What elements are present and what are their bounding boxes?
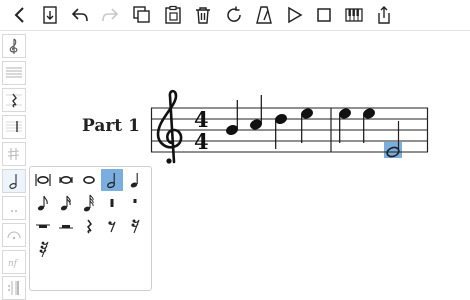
treble-clef-icon[interactable] <box>2 34 26 58</box>
symbol-palette: nf <box>0 30 28 300</box>
eighth-note-icon[interactable] <box>32 192 54 214</box>
play-icon[interactable] <box>282 3 306 27</box>
trash-icon[interactable] <box>191 3 215 27</box>
whole-rest-icon[interactable] <box>32 215 54 237</box>
stop-icon[interactable] <box>312 3 336 27</box>
top-toolbar <box>0 0 470 31</box>
whole-rest-block-icon[interactable] <box>124 192 146 214</box>
breve-icon[interactable] <box>55 169 77 191</box>
piano-keyboard-icon[interactable] <box>342 3 366 27</box>
note-4 <box>301 108 313 119</box>
thirty-second-note-icon[interactable] <box>78 192 100 214</box>
repeat-barline-icon[interactable] <box>2 276 26 300</box>
redo-icon[interactable] <box>98 3 122 27</box>
half-note-icon[interactable] <box>2 169 26 193</box>
staff-lines-icon[interactable] <box>2 61 26 85</box>
ornament-icon[interactable] <box>2 223 26 247</box>
note-1 <box>226 125 238 135</box>
treble-clef-icon <box>156 89 183 164</box>
whole-note-icon[interactable] <box>78 169 100 191</box>
note-2 <box>250 119 262 130</box>
metronome-icon[interactable] <box>252 3 276 27</box>
quarter-rest-icon[interactable] <box>78 215 100 237</box>
back-icon[interactable] <box>8 3 32 27</box>
note-6 <box>363 108 375 119</box>
time-signature-bottom: 4 <box>194 129 209 154</box>
undo-icon[interactable] <box>68 3 92 27</box>
measure-2-notes <box>339 108 375 143</box>
dynamics-dots-icon[interactable] <box>2 196 26 220</box>
barline-icon[interactable] <box>2 115 26 139</box>
duration-picker <box>29 166 152 291</box>
paste-icon[interactable] <box>161 3 185 27</box>
svg-text:nf: nf <box>8 259 19 269</box>
eighth-rest-icon[interactable] <box>101 215 123 237</box>
half-rest-icon[interactable] <box>55 215 77 237</box>
refresh-icon[interactable] <box>222 3 246 27</box>
breve-rest-icon[interactable] <box>101 192 123 214</box>
thirty-second-rest-icon[interactable] <box>32 238 54 260</box>
sixteenth-rest-icon[interactable] <box>124 215 146 237</box>
import-icon[interactable] <box>38 3 62 27</box>
dynamic-nf-icon[interactable]: nf <box>2 250 26 274</box>
note-3 <box>275 114 287 124</box>
half-note-icon[interactable] <box>101 169 123 191</box>
note-5 <box>339 108 351 119</box>
quarter-rest-icon[interactable] <box>2 88 26 112</box>
accidental-icon[interactable] <box>2 142 26 166</box>
breve-with-stems-icon[interactable] <box>32 169 54 191</box>
quarter-note-icon[interactable] <box>124 169 146 191</box>
copy-icon[interactable] <box>130 3 154 27</box>
sixteenth-note-icon[interactable] <box>55 192 77 214</box>
share-icon[interactable] <box>372 3 396 27</box>
